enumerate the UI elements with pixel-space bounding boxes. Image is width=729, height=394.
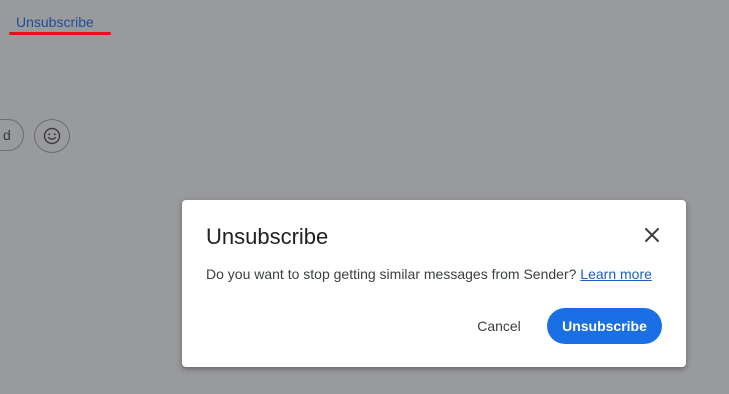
highlight-underline [9, 32, 111, 35]
learn-more-link[interactable]: Learn more [580, 266, 652, 282]
close-button[interactable] [637, 220, 667, 250]
email-view: Unsubscribe d Unsubscribe Do you want to… [0, 0, 729, 394]
unsubscribe-dialog: Unsubscribe Do you want to stop getting … [182, 200, 686, 367]
dialog-title: Unsubscribe [206, 224, 329, 249]
emoji-reaction-button[interactable] [34, 119, 70, 153]
dialog-message-text: Do you want to stop getting similar mess… [206, 266, 577, 282]
smiley-icon [43, 127, 61, 145]
cancel-button[interactable]: Cancel [466, 308, 532, 344]
reply-chip-label: d [3, 127, 11, 143]
reply-chip[interactable]: d [0, 119, 24, 151]
dialog-message: Do you want to stop getting similar mess… [206, 265, 652, 283]
unsubscribe-link[interactable]: Unsubscribe [16, 13, 94, 31]
confirm-unsubscribe-button[interactable]: Unsubscribe [547, 308, 662, 344]
close-icon [645, 228, 659, 242]
